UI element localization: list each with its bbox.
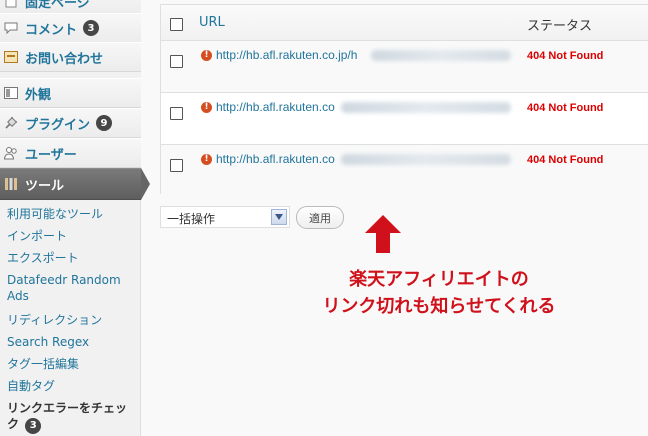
column-header-url[interactable]: URL xyxy=(199,15,225,30)
chevron-down-icon[interactable] xyxy=(271,209,287,225)
status-text: 404 Not Found xyxy=(527,154,604,166)
column-header-status: ステータス xyxy=(527,19,593,34)
menu-label: 外観 xyxy=(25,87,52,103)
table-row: ! http://hb.afl.rakuten.co.jp/h 404 Not … xyxy=(161,41,648,93)
select-all-checkbox[interactable] xyxy=(170,18,183,31)
plug-icon xyxy=(3,115,19,131)
up-arrow-icon xyxy=(365,215,401,253)
menu-item-plugins[interactable]: プラグイン 9 xyxy=(0,108,141,138)
plugins-count-badge: 9 xyxy=(96,115,113,131)
menu-item-users[interactable]: ユーザー xyxy=(0,138,141,168)
menu-item-comments[interactable]: コメント 3 xyxy=(0,13,141,43)
submenu-link-checker[interactable]: リンクエラーをチェック 3 xyxy=(7,400,135,434)
status-text: 404 Not Found xyxy=(527,50,604,62)
row-checkbox[interactable] xyxy=(170,55,183,68)
table-row: ! http://hb.afl.rakuten.co 404 Not Found xyxy=(161,145,648,195)
submenu-auto-tag[interactable]: 自動タグ xyxy=(7,378,135,394)
submenu-search-regex[interactable]: Search Regex xyxy=(7,334,135,350)
tools-icon xyxy=(3,176,19,192)
users-icon xyxy=(3,145,19,161)
broken-link-url[interactable]: http://hb.afl.rakuten.co.jp/h xyxy=(216,48,357,62)
menu-item-appearance[interactable]: 外観 xyxy=(0,78,141,108)
broken-link-url[interactable]: http://hb.afl.rakuten.co xyxy=(216,100,335,114)
annotation-line-1: 楽天アフィリエイトの xyxy=(349,269,529,290)
contact-form-icon xyxy=(3,49,19,65)
link-errors-count-badge: 3 xyxy=(25,418,42,434)
menu-label: ツール xyxy=(25,178,65,194)
admin-sidebar: 固定ページ コメント 3 お問い合わせ 外観 プラグイン 9 ユーザー ツール … xyxy=(0,0,150,436)
redacted-url-part xyxy=(341,154,511,165)
error-icon: ! xyxy=(201,102,212,113)
comments-count-badge: 3 xyxy=(83,20,100,36)
appearance-icon xyxy=(3,85,19,101)
bulk-action-value: 一括操作 xyxy=(167,212,216,226)
speech-bubble-icon xyxy=(3,20,19,36)
error-icon: ! xyxy=(201,50,212,61)
menu-item-contact[interactable]: お問い合わせ xyxy=(0,42,141,72)
apply-button[interactable]: 適用 xyxy=(296,206,344,229)
submenu-import[interactable]: インポート xyxy=(7,228,135,244)
submenu-available-tools[interactable]: 利用可能なツール xyxy=(7,206,135,222)
menu-label: 固定ページ xyxy=(25,0,90,11)
row-checkbox[interactable] xyxy=(170,159,183,172)
submenu-export[interactable]: エクスポート xyxy=(7,250,135,266)
row-checkbox[interactable] xyxy=(170,107,183,120)
menu-label: コメント xyxy=(25,22,78,38)
menu-label: ユーザー xyxy=(25,147,77,163)
error-icon: ! xyxy=(201,154,212,165)
pages-icon xyxy=(3,0,19,9)
redacted-url-part xyxy=(341,102,511,113)
current-menu-arrow xyxy=(141,168,150,200)
broken-links-table: URL ステータス ! http://hb.afl.rakuten.co.jp/… xyxy=(160,4,648,195)
table-row: ! http://hb.afl.rakuten.co 404 Not Found xyxy=(161,93,648,145)
menu-label: プラグイン xyxy=(25,117,91,133)
menu-item-tools[interactable]: ツール xyxy=(0,168,150,200)
menu-label: お問い合わせ xyxy=(25,51,104,67)
redacted-url-part xyxy=(371,50,511,61)
status-text: 404 Not Found xyxy=(527,102,604,114)
bulk-action-select[interactable]: 一括操作 xyxy=(160,206,290,228)
annotation-line-2: リンク切れも知らせてくれる xyxy=(322,296,556,317)
table-header: URL ステータス xyxy=(161,5,648,41)
broken-link-url[interactable]: http://hb.afl.rakuten.co xyxy=(216,152,335,166)
submenu-bulk-tag-edit[interactable]: タグ一括編集 xyxy=(7,356,135,372)
